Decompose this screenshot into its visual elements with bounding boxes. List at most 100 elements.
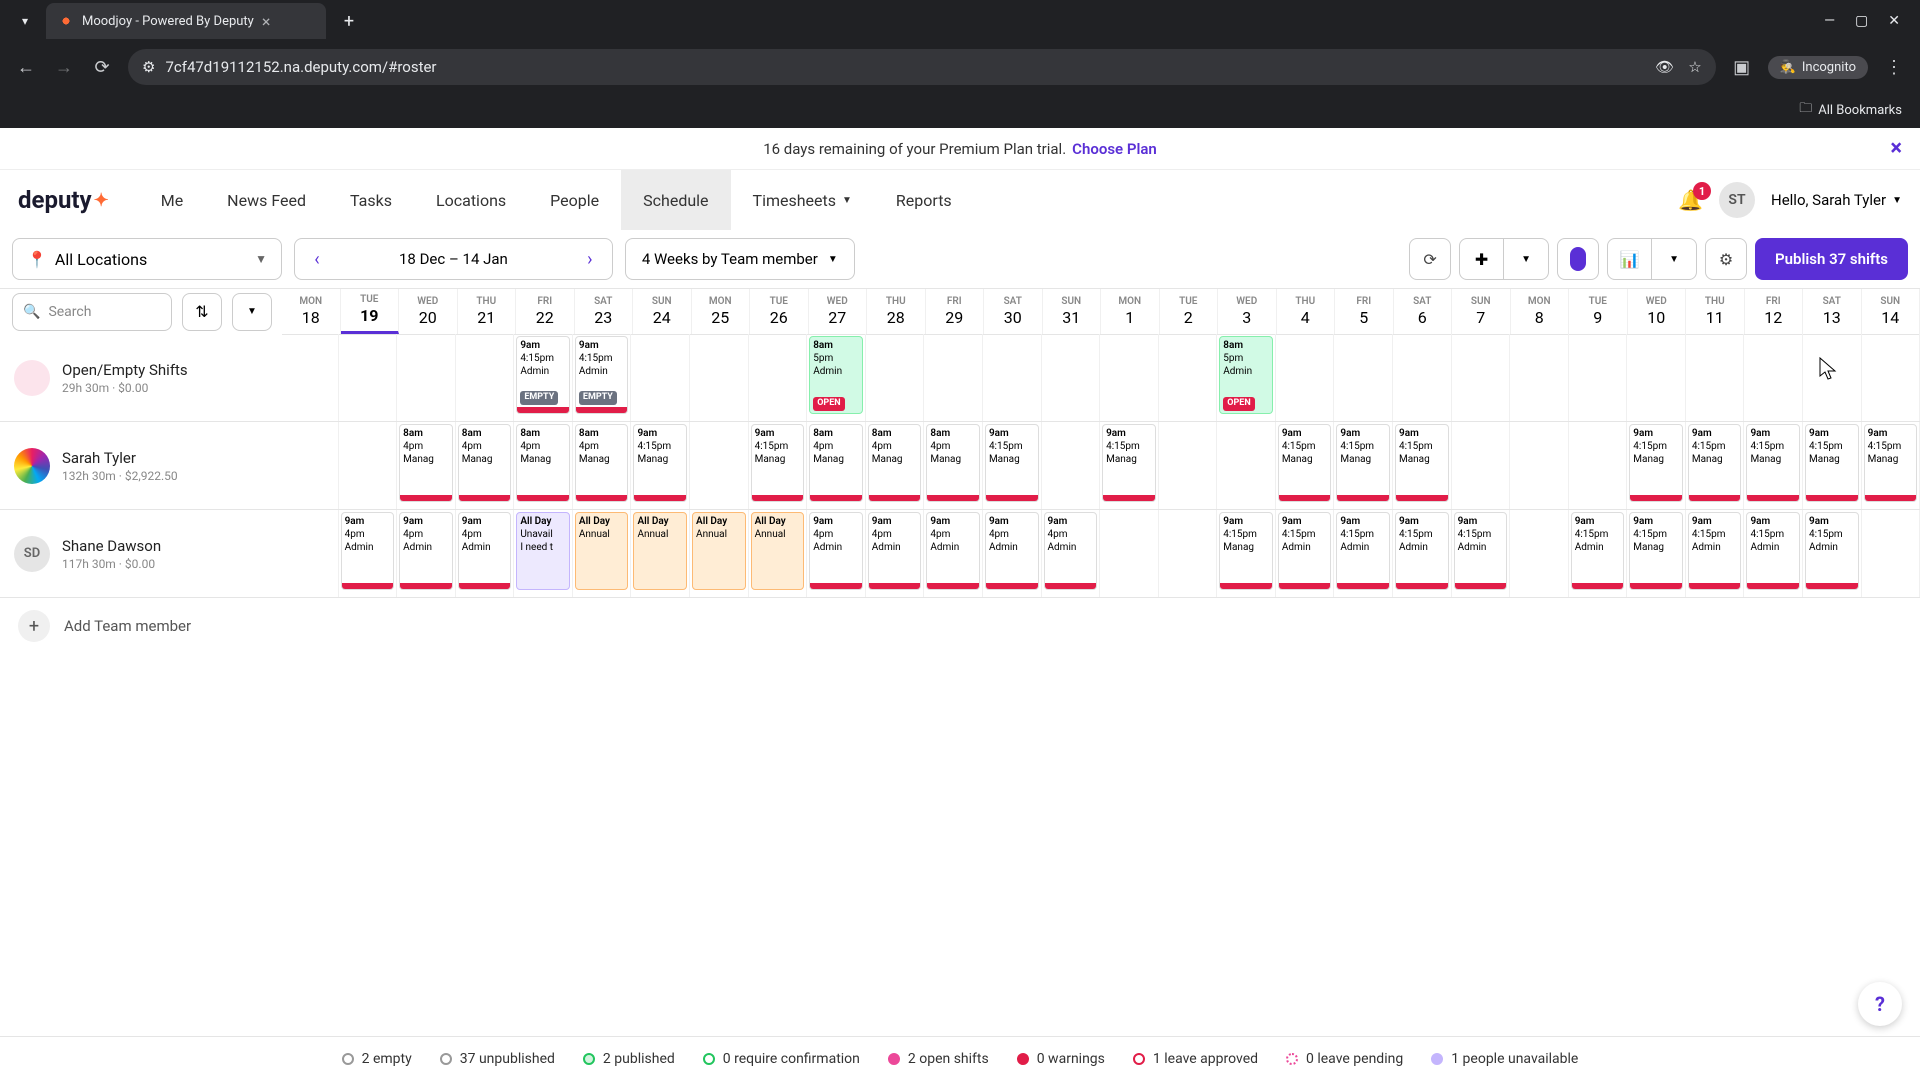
- day-cell[interactable]: 9am4:15pmManag: [1217, 510, 1276, 597]
- banner-close-icon[interactable]: ×: [1890, 136, 1902, 161]
- day-header[interactable]: SUN7: [1452, 289, 1511, 334]
- user-greeting[interactable]: Hello, Sarah Tyler ▼: [1771, 191, 1902, 209]
- day-cell[interactable]: 8am4pmManag: [807, 422, 866, 509]
- day-header[interactable]: TUE9: [1569, 289, 1628, 334]
- day-cell[interactable]: [690, 422, 749, 509]
- day-header[interactable]: SAT30: [984, 289, 1043, 334]
- next-period-button[interactable]: ›: [568, 249, 612, 270]
- shift-card[interactable]: 9am4pmAdmin: [868, 512, 922, 590]
- day-header[interactable]: THU21: [458, 289, 517, 334]
- day-cell[interactable]: 9am4:15pmManag: [1334, 422, 1393, 509]
- location-selector[interactable]: 📍 All Locations ▼: [12, 238, 282, 280]
- shift-card[interactable]: 9am4:15pmManag: [1102, 424, 1156, 502]
- day-header[interactable]: WED20: [399, 289, 458, 334]
- day-header[interactable]: MON8: [1511, 289, 1570, 334]
- day-cell[interactable]: 9am4:15pmManag: [1803, 422, 1862, 509]
- new-tab-button[interactable]: +: [334, 6, 364, 36]
- day-header[interactable]: FRI12: [1745, 289, 1804, 334]
- day-cell[interactable]: [1159, 422, 1218, 509]
- day-cell[interactable]: 9am4:15pmManag: [1862, 422, 1920, 509]
- close-window-icon[interactable]: ✕: [1888, 13, 1900, 29]
- day-cell[interactable]: 9am4pmAdmin: [397, 510, 456, 597]
- shift-card[interactable]: All DayAnnual: [633, 512, 687, 590]
- day-cell[interactable]: 9am4:15pmAdmin: [1393, 510, 1452, 597]
- day-cell[interactable]: [339, 422, 398, 509]
- day-cell[interactable]: 8am4pmManag: [514, 422, 573, 509]
- reload-icon[interactable]: ⟳: [90, 55, 114, 79]
- minimize-icon[interactable]: —: [1824, 13, 1835, 29]
- day-cell[interactable]: [1159, 510, 1218, 597]
- day-cell[interactable]: 9am4:15pmAdmin: [1803, 510, 1862, 597]
- day-cell[interactable]: All DayAnnual: [573, 510, 632, 597]
- day-cell[interactable]: All DayAnnual: [631, 510, 690, 597]
- day-header[interactable]: SAT13: [1803, 289, 1862, 334]
- shift-card[interactable]: 9am4pmAdmin: [926, 512, 980, 590]
- user-avatar[interactable]: ST: [1719, 182, 1755, 218]
- day-cell[interactable]: [1452, 422, 1511, 509]
- day-cell[interactable]: 9am4pmAdmin: [456, 510, 515, 597]
- day-cell[interactable]: [1042, 422, 1101, 509]
- day-header[interactable]: THU28: [867, 289, 926, 334]
- day-cell[interactable]: 8am4pmManag: [866, 422, 925, 509]
- day-cell[interactable]: [280, 422, 339, 509]
- shift-card[interactable]: 9am4pmAdmin: [809, 512, 863, 590]
- day-cell[interactable]: 9am4pmAdmin: [866, 510, 925, 597]
- day-cell[interactable]: [631, 334, 690, 421]
- site-settings-icon[interactable]: ⚙: [142, 58, 155, 76]
- day-cell[interactable]: All DayAnnual: [690, 510, 749, 597]
- day-header[interactable]: TUE26: [750, 289, 809, 334]
- shift-card[interactable]: All DayAnnual: [751, 512, 805, 590]
- shift-card[interactable]: 9am4:15pmAdmin: [1336, 512, 1390, 590]
- day-cell[interactable]: All DayUnavailI need t: [514, 510, 573, 597]
- address-bar[interactable]: ⚙ 7cf47d19112152.na.deputy.com/#roster 👁…: [128, 49, 1716, 85]
- day-cell[interactable]: [1452, 334, 1511, 421]
- shift-card[interactable]: 9am4:15pmManag: [1688, 424, 1742, 502]
- day-cell[interactable]: 9am4:15pmManag: [1393, 422, 1452, 509]
- day-cell[interactable]: [749, 334, 808, 421]
- day-header[interactable]: WED27: [809, 289, 868, 334]
- maximize-icon[interactable]: ▢: [1855, 13, 1868, 29]
- shift-card[interactable]: 8am4pmManag: [399, 424, 453, 502]
- day-cell[interactable]: [1627, 334, 1686, 421]
- day-cell[interactable]: 9am4pmAdmin: [983, 510, 1042, 597]
- day-cell[interactable]: 9am4:15pmAdmin: [1276, 510, 1335, 597]
- shift-card[interactable]: 9am4:15pmManag: [985, 424, 1039, 502]
- star-icon[interactable]: ☆: [1688, 58, 1701, 76]
- shift-card[interactable]: 9am4:15pmManag: [1746, 424, 1800, 502]
- day-header[interactable]: WED10: [1628, 289, 1687, 334]
- day-cell[interactable]: 9am4:15pmManag: [631, 422, 690, 509]
- row-header[interactable]: Sarah Tyler 132h 30m · $2,922.50: [0, 422, 280, 509]
- row-header[interactable]: SD Shane Dawson 117h 30m · $0.00: [0, 510, 280, 597]
- shift-card[interactable]: 9am4:15pmManag: [633, 424, 687, 502]
- all-bookmarks-link[interactable]: All Bookmarks: [1818, 103, 1902, 118]
- day-cell[interactable]: [1744, 334, 1803, 421]
- day-cell[interactable]: 8am5pmAdminOPEN: [1217, 334, 1276, 421]
- day-cell[interactable]: [1862, 510, 1920, 597]
- incognito-badge[interactable]: 🕵 Incognito: [1768, 56, 1868, 79]
- shift-card[interactable]: 9am4:15pmAdmin: [1395, 512, 1449, 590]
- day-header[interactable]: SAT23: [575, 289, 634, 334]
- auto-fill-button[interactable]: ✚: [1460, 239, 1504, 279]
- shift-card[interactable]: 8am4pmManag: [868, 424, 922, 502]
- sort-button[interactable]: ⇅: [182, 293, 222, 331]
- nav-item-reports[interactable]: Reports: [874, 170, 974, 230]
- nav-item-timesheets[interactable]: Timesheets▼: [731, 170, 874, 230]
- day-cell[interactable]: 9am4pmAdmin: [339, 510, 398, 597]
- day-cell[interactable]: 9am4:15pmManag: [1100, 422, 1159, 509]
- shift-card[interactable]: 9am4pmAdmin: [1044, 512, 1098, 590]
- shift-card[interactable]: 9am4pmAdmin: [399, 512, 453, 590]
- day-cell[interactable]: [924, 334, 983, 421]
- shift-card[interactable]: 9am4:15pmManag: [1219, 512, 1273, 590]
- day-header[interactable]: TUE2: [1160, 289, 1219, 334]
- nav-item-me[interactable]: Me: [139, 170, 205, 230]
- auto-fill-dropdown[interactable]: ▼: [1504, 239, 1548, 279]
- day-header[interactable]: TUE19: [341, 289, 400, 334]
- shift-card[interactable]: 8am4pmManag: [809, 424, 863, 502]
- day-cell[interactable]: [1686, 334, 1745, 421]
- shift-card[interactable]: 9am4:15pmManag: [1805, 424, 1859, 502]
- shift-card[interactable]: 9am4pmAdmin: [341, 512, 395, 590]
- filter-button[interactable]: ▼: [232, 293, 272, 331]
- view-mode-selector[interactable]: 4 Weeks by Team member ▼: [625, 238, 855, 280]
- day-cell[interactable]: 9am4:15pmManag: [983, 422, 1042, 509]
- shift-card[interactable]: 9am4pmAdmin: [458, 512, 512, 590]
